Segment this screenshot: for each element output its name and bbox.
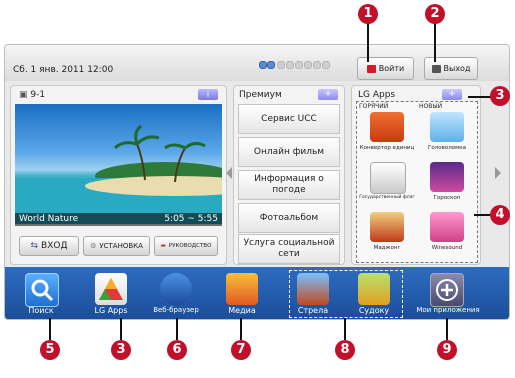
plus-glyph (436, 279, 458, 301)
hot-tag: ГОРЯЧИЙ (359, 103, 389, 110)
unit-converter-icon[interactable] (370, 112, 404, 142)
scroll-right-arrow-icon[interactable] (495, 167, 501, 179)
input-button[interactable]: ⇆ ВХОД (19, 236, 79, 256)
callout-leader (367, 22, 369, 62)
dock-label: Стрела (297, 306, 329, 315)
program-time: 5:05 ~ 5:55 (164, 214, 218, 224)
mahjong-icon[interactable] (370, 212, 404, 242)
callout-marker: 2 (425, 4, 445, 24)
smart-tv-home-screen: Сб. 1 янв. 2011 12:00 Войти Выход ▣ 9-1 … (4, 44, 510, 320)
date-time: Сб. 1 янв. 2011 12:00 (13, 65, 114, 75)
page-dot[interactable] (313, 61, 321, 69)
callout-marker: 8 (335, 340, 355, 360)
lg-apps-icon[interactable] (95, 273, 127, 305)
manual-icon: ▬ (160, 243, 166, 249)
login-button[interactable]: Войти (357, 57, 414, 80)
callout-leader (344, 318, 346, 340)
lg-apps-grid: ГОРЯЧИЙ НОВЫЙ Конвертор единиц Головолом… (356, 101, 478, 263)
callout-marker: 5 (40, 340, 60, 360)
logout-label: Выход (443, 64, 471, 73)
dock-label: Медиа (228, 306, 256, 315)
premium-item[interactable]: Информация о погоде (238, 170, 340, 200)
plus-icon[interactable] (430, 273, 464, 307)
premium-title: Премиум (239, 90, 282, 100)
callout-marker: 7 (231, 340, 251, 360)
callout-leader (49, 318, 51, 340)
page-dot[interactable] (286, 61, 294, 69)
page-dot[interactable] (295, 61, 303, 69)
channel-label: 9-1 (30, 90, 46, 100)
callout-leader (120, 318, 122, 340)
lg-apps-title: LG Apps (358, 90, 396, 100)
callout-marker: 4 (490, 205, 510, 225)
tv-icon: ▣ (19, 90, 28, 100)
callout-leader (434, 22, 436, 62)
callout-marker: 9 (437, 340, 457, 360)
lg-apps-triangle-glyph (99, 278, 123, 300)
callout-leader (240, 318, 242, 340)
premium-item[interactable]: Сервис UCC (238, 104, 340, 134)
logout-icon (431, 64, 441, 73)
dock-label: Судоку (358, 306, 390, 315)
page-dot[interactable] (322, 61, 330, 69)
app-label: Маджонг (373, 245, 401, 251)
lg-apps-panel: LG Apps + ГОРЯЧИЙ НОВЫЙ Конвертор единиц… (351, 85, 481, 265)
globe-icon[interactable] (160, 273, 192, 305)
settings-label: УСТАНОВКА (99, 242, 143, 250)
page-dot[interactable] (304, 61, 312, 69)
callout-marker: 3 (490, 86, 510, 106)
login-label: Войти (378, 64, 405, 73)
sudoku-icon[interactable] (358, 273, 390, 305)
callout-marker: 1 (358, 4, 378, 24)
input-label: ВХОД (41, 241, 68, 251)
live-tv-panel[interactable]: ▣ 9-1 i World Nature 5:05 ~ 5:55 ⇆ ВХОД … (10, 85, 227, 265)
tropical-beach-image (15, 124, 222, 224)
media-cube-icon[interactable] (226, 273, 258, 305)
app-label: Winesound (431, 245, 463, 251)
input-icon: ⇆ (30, 241, 39, 251)
flags-icon[interactable] (370, 162, 406, 194)
arrow-game-icon[interactable] (297, 273, 329, 305)
premium-add-button[interactable]: + (318, 89, 338, 100)
winesound-icon[interactable] (430, 212, 464, 242)
horoscope-icon[interactable] (430, 162, 464, 192)
channel-number: ▣ 9-1 (19, 90, 45, 100)
search-icon[interactable] (25, 273, 59, 307)
magnifier-glyph (31, 279, 54, 302)
page-dot[interactable] (277, 61, 285, 69)
program-info-bar: World Nature 5:05 ~ 5:55 (15, 213, 222, 226)
app-label: Гороскоп (433, 195, 461, 201)
logout-button[interactable]: Выход (424, 57, 478, 80)
settings-button[interactable]: ⚙ УСТАНОВКА (83, 236, 150, 256)
new-tag: НОВЫЙ (419, 103, 443, 110)
gear-icon: ⚙ (90, 242, 97, 250)
manual-label: РУКОВОДСТВО (168, 243, 212, 249)
login-icon (366, 64, 376, 73)
app-label: Государственный флаг (359, 195, 415, 200)
premium-item[interactable]: Услуга социальной сети (238, 234, 340, 264)
puzzle-icon[interactable] (430, 112, 464, 142)
app-label: Конвертор единиц (359, 145, 415, 151)
info-button[interactable]: i (198, 89, 218, 100)
callout-marker: 3 (111, 340, 131, 360)
scroll-left-arrow-icon[interactable] (226, 167, 232, 179)
callout-leader (446, 318, 448, 340)
dock-label: Мои приложения (416, 306, 480, 314)
launcher-dock: Поиск LG Apps Веб-браузер Медиа Стрела С… (5, 267, 509, 319)
manual-button[interactable]: ▬ РУКОВОДСТВО (154, 236, 218, 256)
callout-marker: 6 (167, 340, 187, 360)
premium-item[interactable]: Фотоальбом (238, 203, 340, 233)
page-dot[interactable] (259, 61, 267, 69)
dock-label: Поиск (28, 306, 54, 315)
program-title: World Nature (19, 214, 79, 224)
callout-leader (176, 318, 178, 340)
lg-apps-add-button[interactable]: + (442, 89, 462, 100)
dock-label: Веб-браузер (153, 306, 199, 314)
live-tv-preview[interactable] (15, 104, 222, 224)
premium-panel: Премиум + Сервис UCC Онлайн фильм Информ… (233, 85, 345, 265)
page-dot[interactable] (267, 61, 275, 69)
dock-label: LG Apps (94, 306, 128, 315)
premium-item[interactable]: Онлайн фильм (238, 137, 340, 167)
app-label: Головоломка (428, 145, 466, 151)
